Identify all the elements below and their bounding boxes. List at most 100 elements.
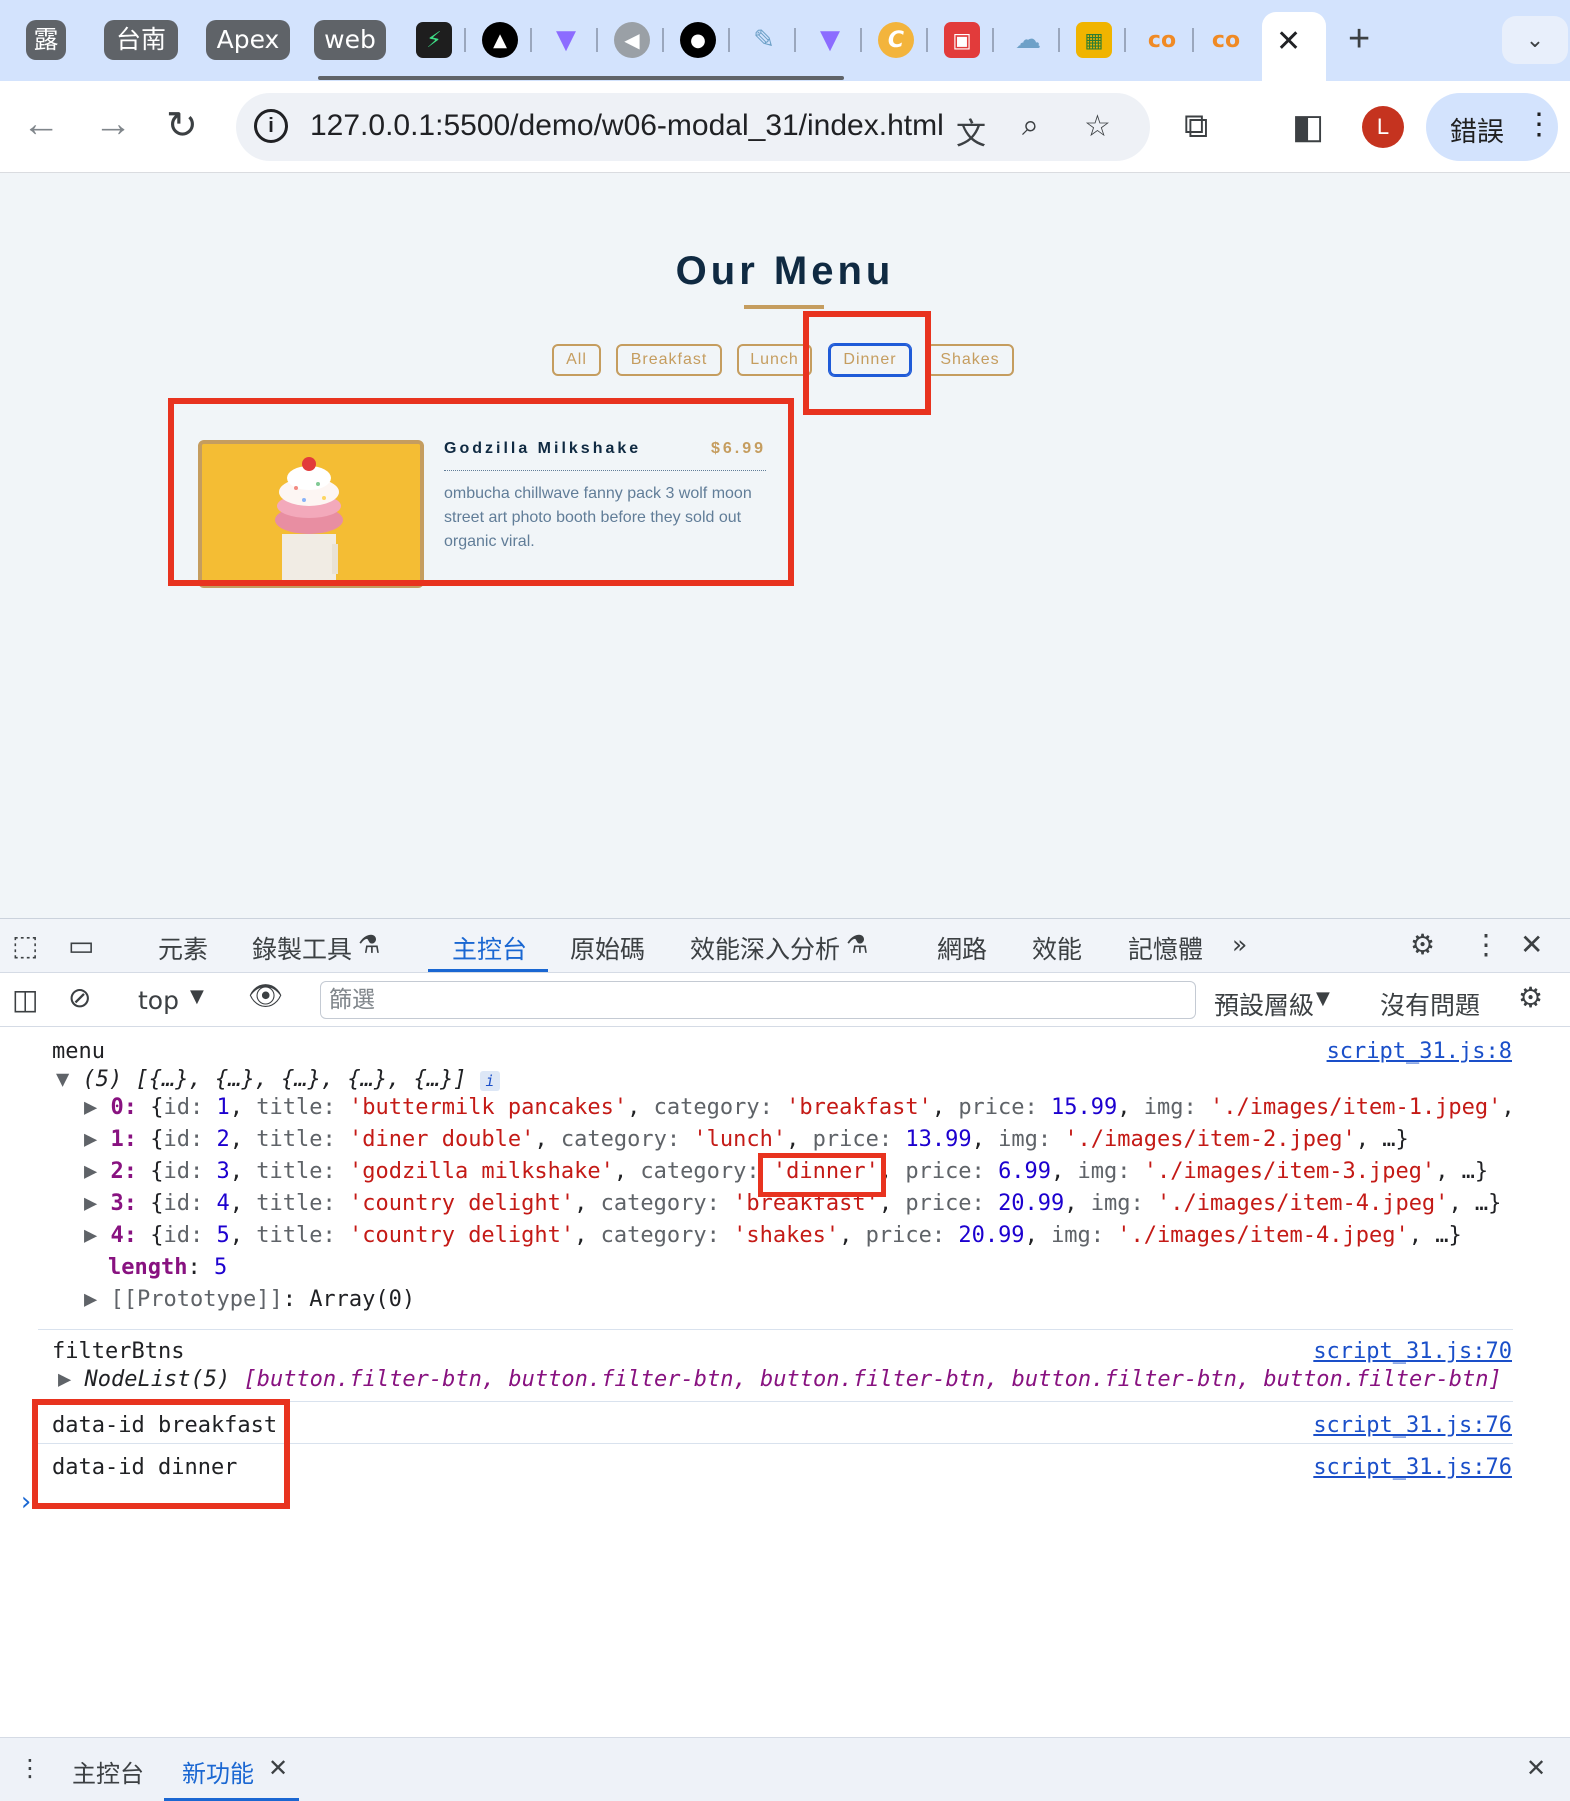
tab-memory[interactable]: 記憶體 bbox=[1128, 930, 1203, 966]
array-entry[interactable]: ▶ 0: {id: 1, title: 'buttermilk pancakes… bbox=[84, 1095, 1515, 1120]
device-toolbar-icon[interactable]: ▭ bbox=[68, 929, 94, 962]
tab-console[interactable]: 主控台 bbox=[452, 930, 527, 966]
pinned-tab[interactable]: 露 bbox=[26, 20, 66, 60]
site-info-icon[interactable]: i bbox=[254, 109, 288, 143]
slides-icon[interactable]: ▦ bbox=[1076, 22, 1112, 58]
devtools-drawer: ⋮ 主控台 新功能 ✕ ✕ bbox=[0, 1737, 1570, 1801]
pen-icon[interactable]: ✎ bbox=[746, 22, 782, 58]
reload-button[interactable]: ↻ bbox=[166, 103, 198, 148]
filter-button-lunch[interactable]: Lunch bbox=[737, 344, 812, 376]
console-prompt[interactable]: › bbox=[18, 1487, 34, 1517]
sidebar-toggle-icon[interactable]: ◫ bbox=[12, 983, 38, 1016]
array-entry[interactable]: ▶ 4: {id: 5, title: 'country delight', c… bbox=[84, 1223, 1462, 1248]
triangle-icon[interactable]: ▲ bbox=[482, 22, 518, 58]
close-tab-icon[interactable]: ✕ bbox=[1276, 24, 1301, 59]
filter-button-all[interactable]: All bbox=[552, 344, 601, 376]
drawer-tab-whats-new[interactable]: 新功能 bbox=[182, 1754, 254, 1789]
eye-icon[interactable]: 👁 bbox=[248, 979, 284, 1012]
avatar[interactable]: L bbox=[1362, 106, 1404, 148]
log-levels-dropdown[interactable]: 預設層級 bbox=[1214, 986, 1314, 1022]
source-link[interactable]: script_31.js:76 bbox=[1313, 1413, 1512, 1438]
source-link[interactable]: script_31.js:8 bbox=[1327, 1039, 1512, 1064]
arrow-left-icon: ← bbox=[22, 103, 60, 145]
frame-icon[interactable]: ▣ bbox=[944, 22, 980, 58]
console-message: filterBtns bbox=[52, 1339, 185, 1364]
co-icon[interactable]: co bbox=[1140, 22, 1184, 58]
close-icon[interactable]: ✕ bbox=[268, 1754, 288, 1782]
cloud-icon[interactable]: ☁ bbox=[1010, 22, 1046, 58]
close-drawer-icon[interactable]: ✕ bbox=[1526, 1754, 1546, 1782]
tab-network[interactable]: 網路 bbox=[937, 930, 987, 966]
forward-button[interactable]: → bbox=[94, 103, 132, 146]
collapsed-triangle-icon[interactable]: ▶ bbox=[58, 1367, 71, 1392]
tab-performance-insights[interactable]: 效能深入分析 bbox=[690, 930, 840, 966]
tab-separator bbox=[464, 28, 466, 52]
url-text[interactable]: 127.0.0.1:5500/demo/w06-modal_31/index.h… bbox=[310, 109, 944, 143]
console-settings-icon[interactable]: ⚙ bbox=[1518, 981, 1543, 1014]
array-prototype[interactable]: ▶ [[Prototype]]: Array(0) bbox=[84, 1287, 415, 1312]
collapsed-triangle-icon[interactable]: ▶ bbox=[84, 1223, 97, 1248]
collapsed-triangle-icon[interactable]: ▶ bbox=[84, 1095, 97, 1120]
co-icon[interactable]: co bbox=[1204, 22, 1248, 58]
pinned-tab[interactable]: 台南 bbox=[104, 20, 178, 60]
tab-search-button[interactable]: ⌄ bbox=[1502, 16, 1568, 64]
zoom-icon[interactable]: ⌕ bbox=[1022, 109, 1039, 143]
nodelist-summary[interactable]: ▶ NodeList(5) [button.filter-btn, button… bbox=[58, 1367, 1502, 1392]
collapsed-triangle-icon[interactable]: ▶ bbox=[84, 1191, 97, 1216]
extensions-icon[interactable]: ⧉ bbox=[1184, 107, 1208, 146]
close-icon[interactable]: ✕ bbox=[1520, 928, 1543, 961]
info-icon[interactable]: i bbox=[479, 1071, 500, 1091]
array-summary[interactable]: ▼ (5) [{…}, {…}, {…}, {…}, {…}] i bbox=[56, 1067, 500, 1092]
translate-icon[interactable]: 文 bbox=[956, 109, 986, 153]
source-link[interactable]: script_31.js:76 bbox=[1313, 1455, 1512, 1480]
tab-separator bbox=[1192, 28, 1194, 52]
new-tab-button[interactable]: + bbox=[1348, 18, 1370, 61]
clear-console-icon[interactable]: ⊘ bbox=[68, 981, 91, 1014]
more-tabs-icon[interactable]: » bbox=[1232, 930, 1247, 959]
collapsed-triangle-icon[interactable]: ▶ bbox=[84, 1159, 97, 1184]
filter-button-shakes[interactable]: Shakes bbox=[926, 344, 1014, 376]
inspect-element-icon[interactable]: ⬚ bbox=[12, 929, 38, 962]
error-button[interactable]: 錯誤 ⋮ bbox=[1426, 93, 1558, 161]
chevron-down-icon: ⌄ bbox=[1525, 27, 1545, 52]
address-bar[interactable]: i 127.0.0.1:5500/demo/w06-modal_31/index… bbox=[236, 93, 1150, 161]
browser-toolbar: ← → ↻ i 127.0.0.1:5500/demo/w06-modal_31… bbox=[0, 81, 1570, 173]
active-tab-underline bbox=[428, 969, 548, 972]
expanded-triangle-icon[interactable]: ▼ bbox=[56, 1067, 69, 1092]
caret-down-icon[interactable]: ▼ bbox=[190, 986, 204, 1007]
bookmark-star-icon[interactable]: ☆ bbox=[1084, 109, 1111, 144]
more-vert-icon[interactable]: ⋮ bbox=[1524, 107, 1554, 142]
c-circle-icon[interactable]: C bbox=[878, 22, 914, 58]
more-vert-icon[interactable]: ⋮ bbox=[1472, 928, 1500, 961]
tab-separator bbox=[596, 28, 598, 52]
tab-recorder[interactable]: 錄製工具 bbox=[252, 930, 352, 966]
tab-strip: 露 台南 Apex web ⚡ ▲ ▼ ◀ ● ✎ ▼ C ▣ ☁ ▦ co c… bbox=[0, 0, 1570, 81]
pinned-tab[interactable]: Apex bbox=[206, 20, 290, 60]
back-button[interactable]: ← bbox=[22, 103, 60, 146]
github-icon[interactable]: ● bbox=[680, 22, 716, 58]
pinned-tab[interactable]: web bbox=[314, 20, 386, 60]
tab-sources[interactable]: 原始碼 bbox=[570, 930, 645, 966]
drawer-menu-icon[interactable]: ⋮ bbox=[18, 1754, 42, 1782]
vite-icon[interactable]: ▼ bbox=[812, 22, 848, 58]
side-panel-icon[interactable]: ◧ bbox=[1292, 107, 1324, 147]
tab-elements[interactable]: 元素 bbox=[158, 930, 208, 966]
console-filter-input[interactable] bbox=[320, 981, 1196, 1019]
vite-icon[interactable]: ▼ bbox=[548, 22, 584, 58]
issues-counter[interactable]: 沒有問題 bbox=[1380, 986, 1480, 1022]
tab-performance[interactable]: 效能 bbox=[1032, 930, 1082, 966]
filter-button-breakfast[interactable]: Breakfast bbox=[616, 344, 722, 376]
devtools-tab-bar: ⬚ ▭ 元素 錄製工具 ⚗ 主控台 原始碼 效能深入分析 ⚗ 網路 效能 記憶體… bbox=[0, 919, 1570, 973]
settings-gear-icon[interactable]: ⚙ bbox=[1410, 928, 1435, 961]
active-tab[interactable]: ✕ bbox=[1262, 12, 1326, 81]
tab-separator bbox=[860, 28, 862, 52]
caret-down-icon[interactable]: ▼ bbox=[1316, 988, 1330, 1009]
collapsed-triangle-icon[interactable]: ▶ bbox=[84, 1127, 97, 1152]
context-selector[interactable]: top bbox=[138, 986, 179, 1015]
source-link[interactable]: script_31.js:70 bbox=[1313, 1339, 1512, 1364]
array-entry[interactable]: ▶ 1: {id: 2, title: 'diner double', cate… bbox=[84, 1127, 1409, 1152]
bolt-icon[interactable]: ⚡ bbox=[416, 22, 452, 58]
drawer-tab-console[interactable]: 主控台 bbox=[72, 1754, 144, 1789]
collapsed-triangle-icon[interactable]: ▶ bbox=[84, 1287, 97, 1312]
back-circle-icon[interactable]: ◀ bbox=[614, 22, 650, 58]
